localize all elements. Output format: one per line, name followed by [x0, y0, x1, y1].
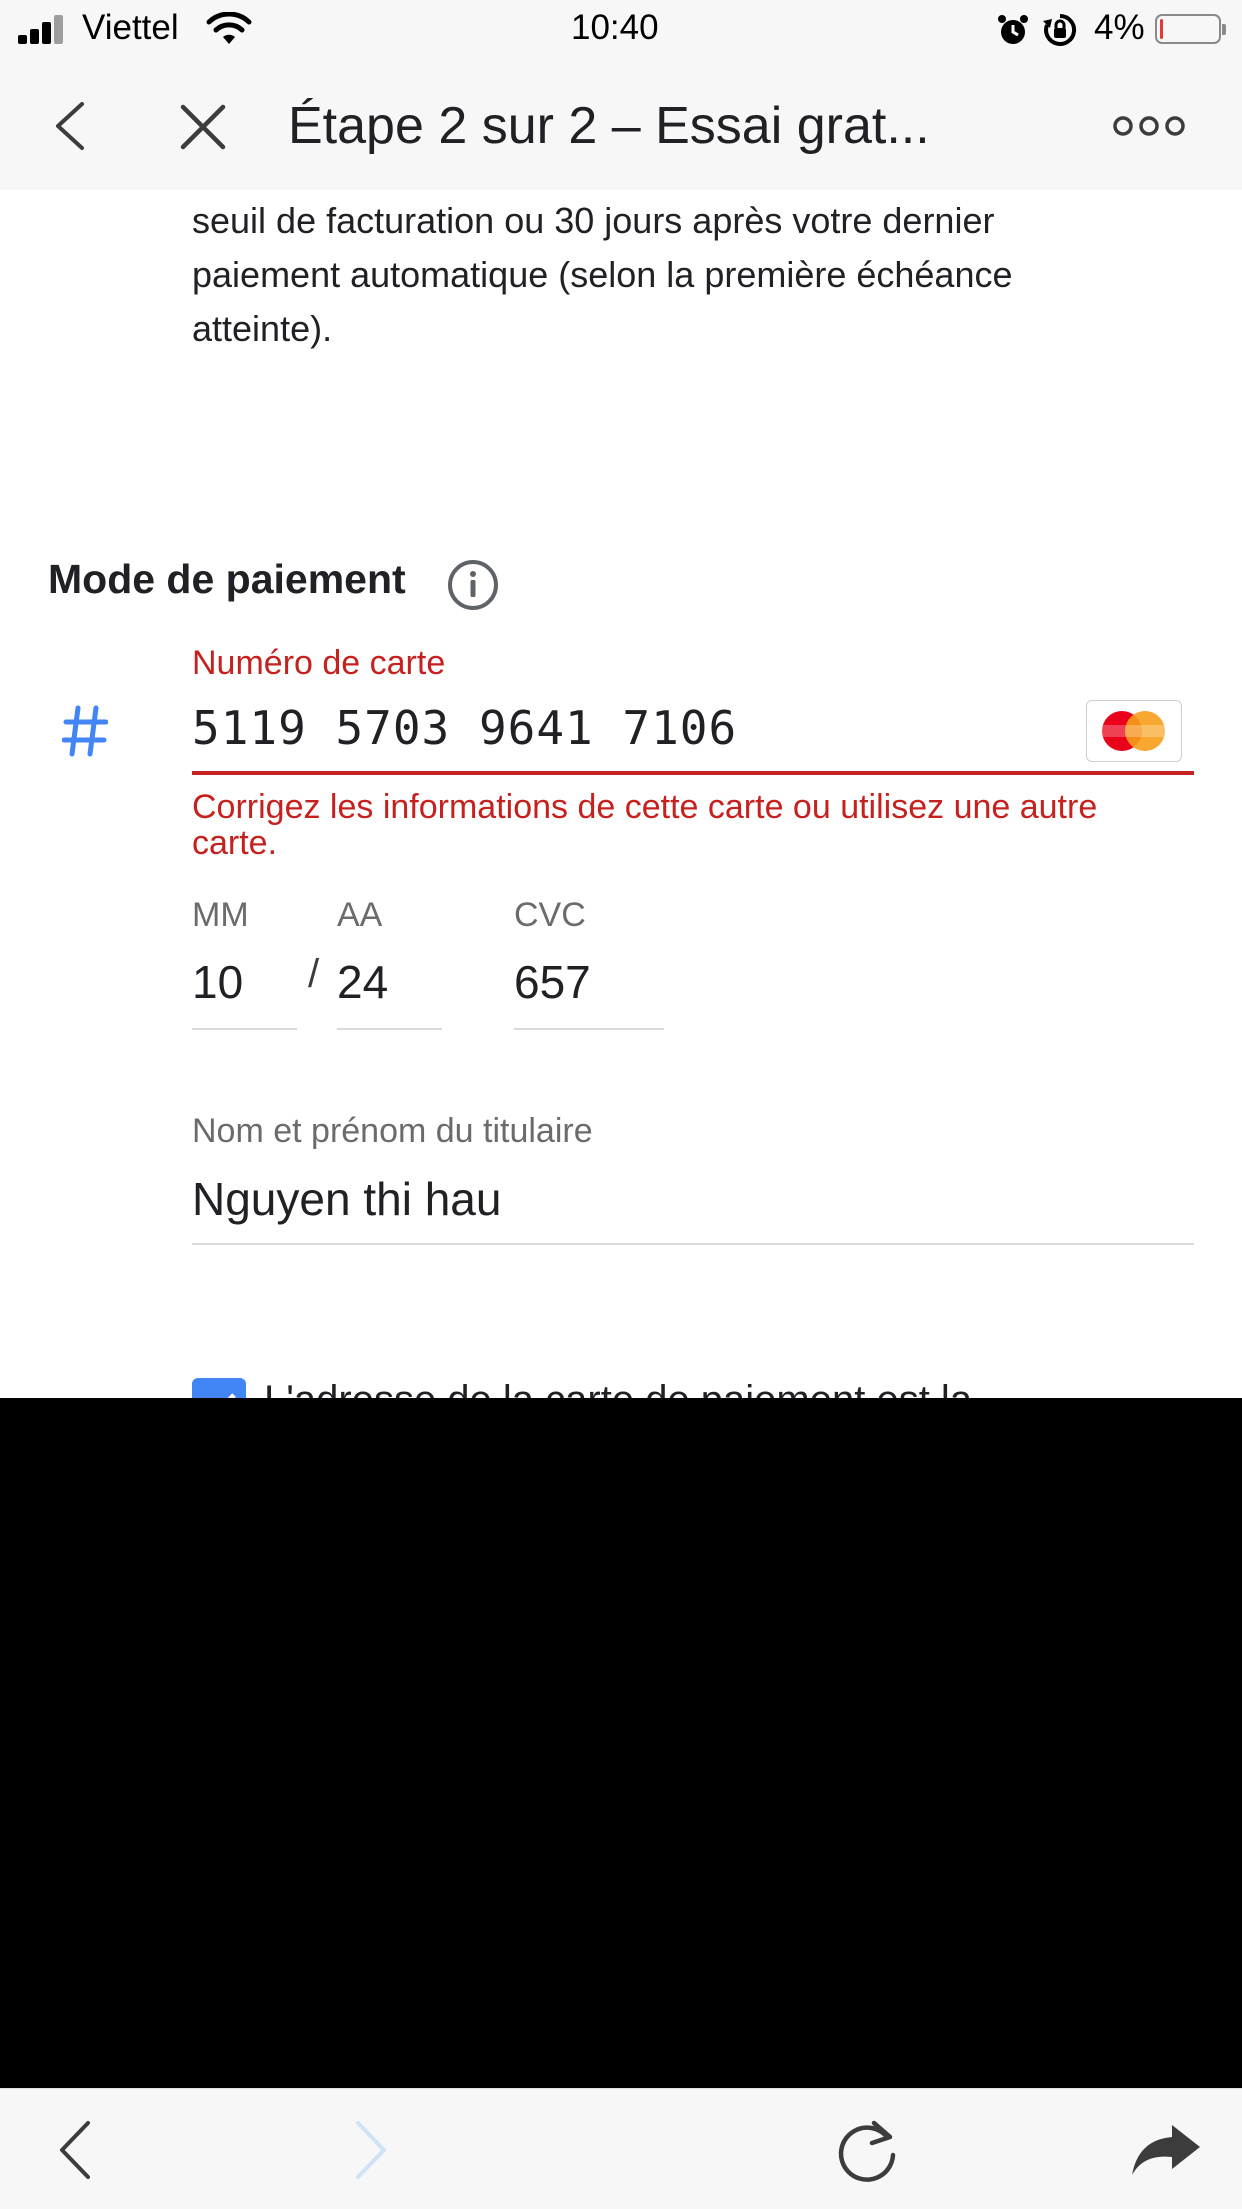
cvc-input[interactable]: 657	[514, 955, 591, 1009]
billing-text-line: paiement automatique (selon la première …	[192, 254, 1013, 295]
cvc-label: CVC	[514, 896, 586, 934]
alarm-icon	[998, 15, 1028, 44]
more-options-icon[interactable]	[1112, 114, 1186, 138]
date-separator: /	[308, 952, 320, 996]
wifi-icon	[206, 12, 252, 44]
month-label: MM	[192, 896, 249, 934]
billing-text-line: seuil de facturation ou 30 jours après v…	[192, 200, 995, 241]
signal-icon	[18, 14, 72, 44]
holder-name-label: Nom et prénom du titulaire	[192, 1112, 593, 1150]
info-icon[interactable]	[446, 558, 500, 612]
card-number-label: Numéro de carte	[192, 644, 446, 682]
card-error-line: carte.	[192, 824, 278, 862]
carrier-name: Viettel	[82, 8, 179, 47]
battery-icon	[1155, 14, 1226, 44]
card-error-line: Corrigez les informations de cette carte…	[192, 788, 1098, 826]
section-title: Mode de paiement	[48, 556, 406, 602]
holder-name-input[interactable]: Nguyen thi hau	[192, 1172, 501, 1226]
holder-name-underline	[192, 1243, 1194, 1245]
clock: 10:40	[571, 8, 659, 47]
share-icon[interactable]	[1130, 2121, 1202, 2177]
mastercard-logo	[1086, 700, 1182, 762]
page-title: Étape 2 sur 2 – Essai grat...	[288, 97, 930, 155]
month-input[interactable]: 10	[192, 955, 243, 1009]
browser-back-icon[interactable]	[52, 2117, 96, 2183]
battery-percent: 4%	[1094, 8, 1145, 47]
black-overlay	[0, 1398, 1242, 2088]
year-input[interactable]: 24	[337, 955, 388, 1009]
card-number-input[interactable]: 5119 5703 9641 7106	[192, 701, 737, 755]
browser-forward-icon[interactable]	[350, 2117, 394, 2183]
billing-text-line: atteinte).	[192, 308, 333, 349]
year-label: AA	[337, 896, 383, 934]
app-bar: Étape 2 sur 2 – Essai grat...	[0, 62, 1242, 190]
cvc-underline	[514, 1028, 664, 1030]
reload-icon[interactable]	[832, 2115, 902, 2185]
status-bar: Viettel 10:40 4%	[0, 0, 1242, 62]
month-underline	[192, 1028, 297, 1030]
close-icon[interactable]	[178, 102, 228, 152]
year-underline	[337, 1028, 442, 1030]
back-arrow-icon[interactable]	[48, 98, 92, 154]
hash-icon	[62, 705, 108, 757]
orientation-lock-icon	[1043, 13, 1077, 46]
browser-toolbar	[0, 2088, 1242, 2209]
card-number-underline	[192, 771, 1194, 775]
